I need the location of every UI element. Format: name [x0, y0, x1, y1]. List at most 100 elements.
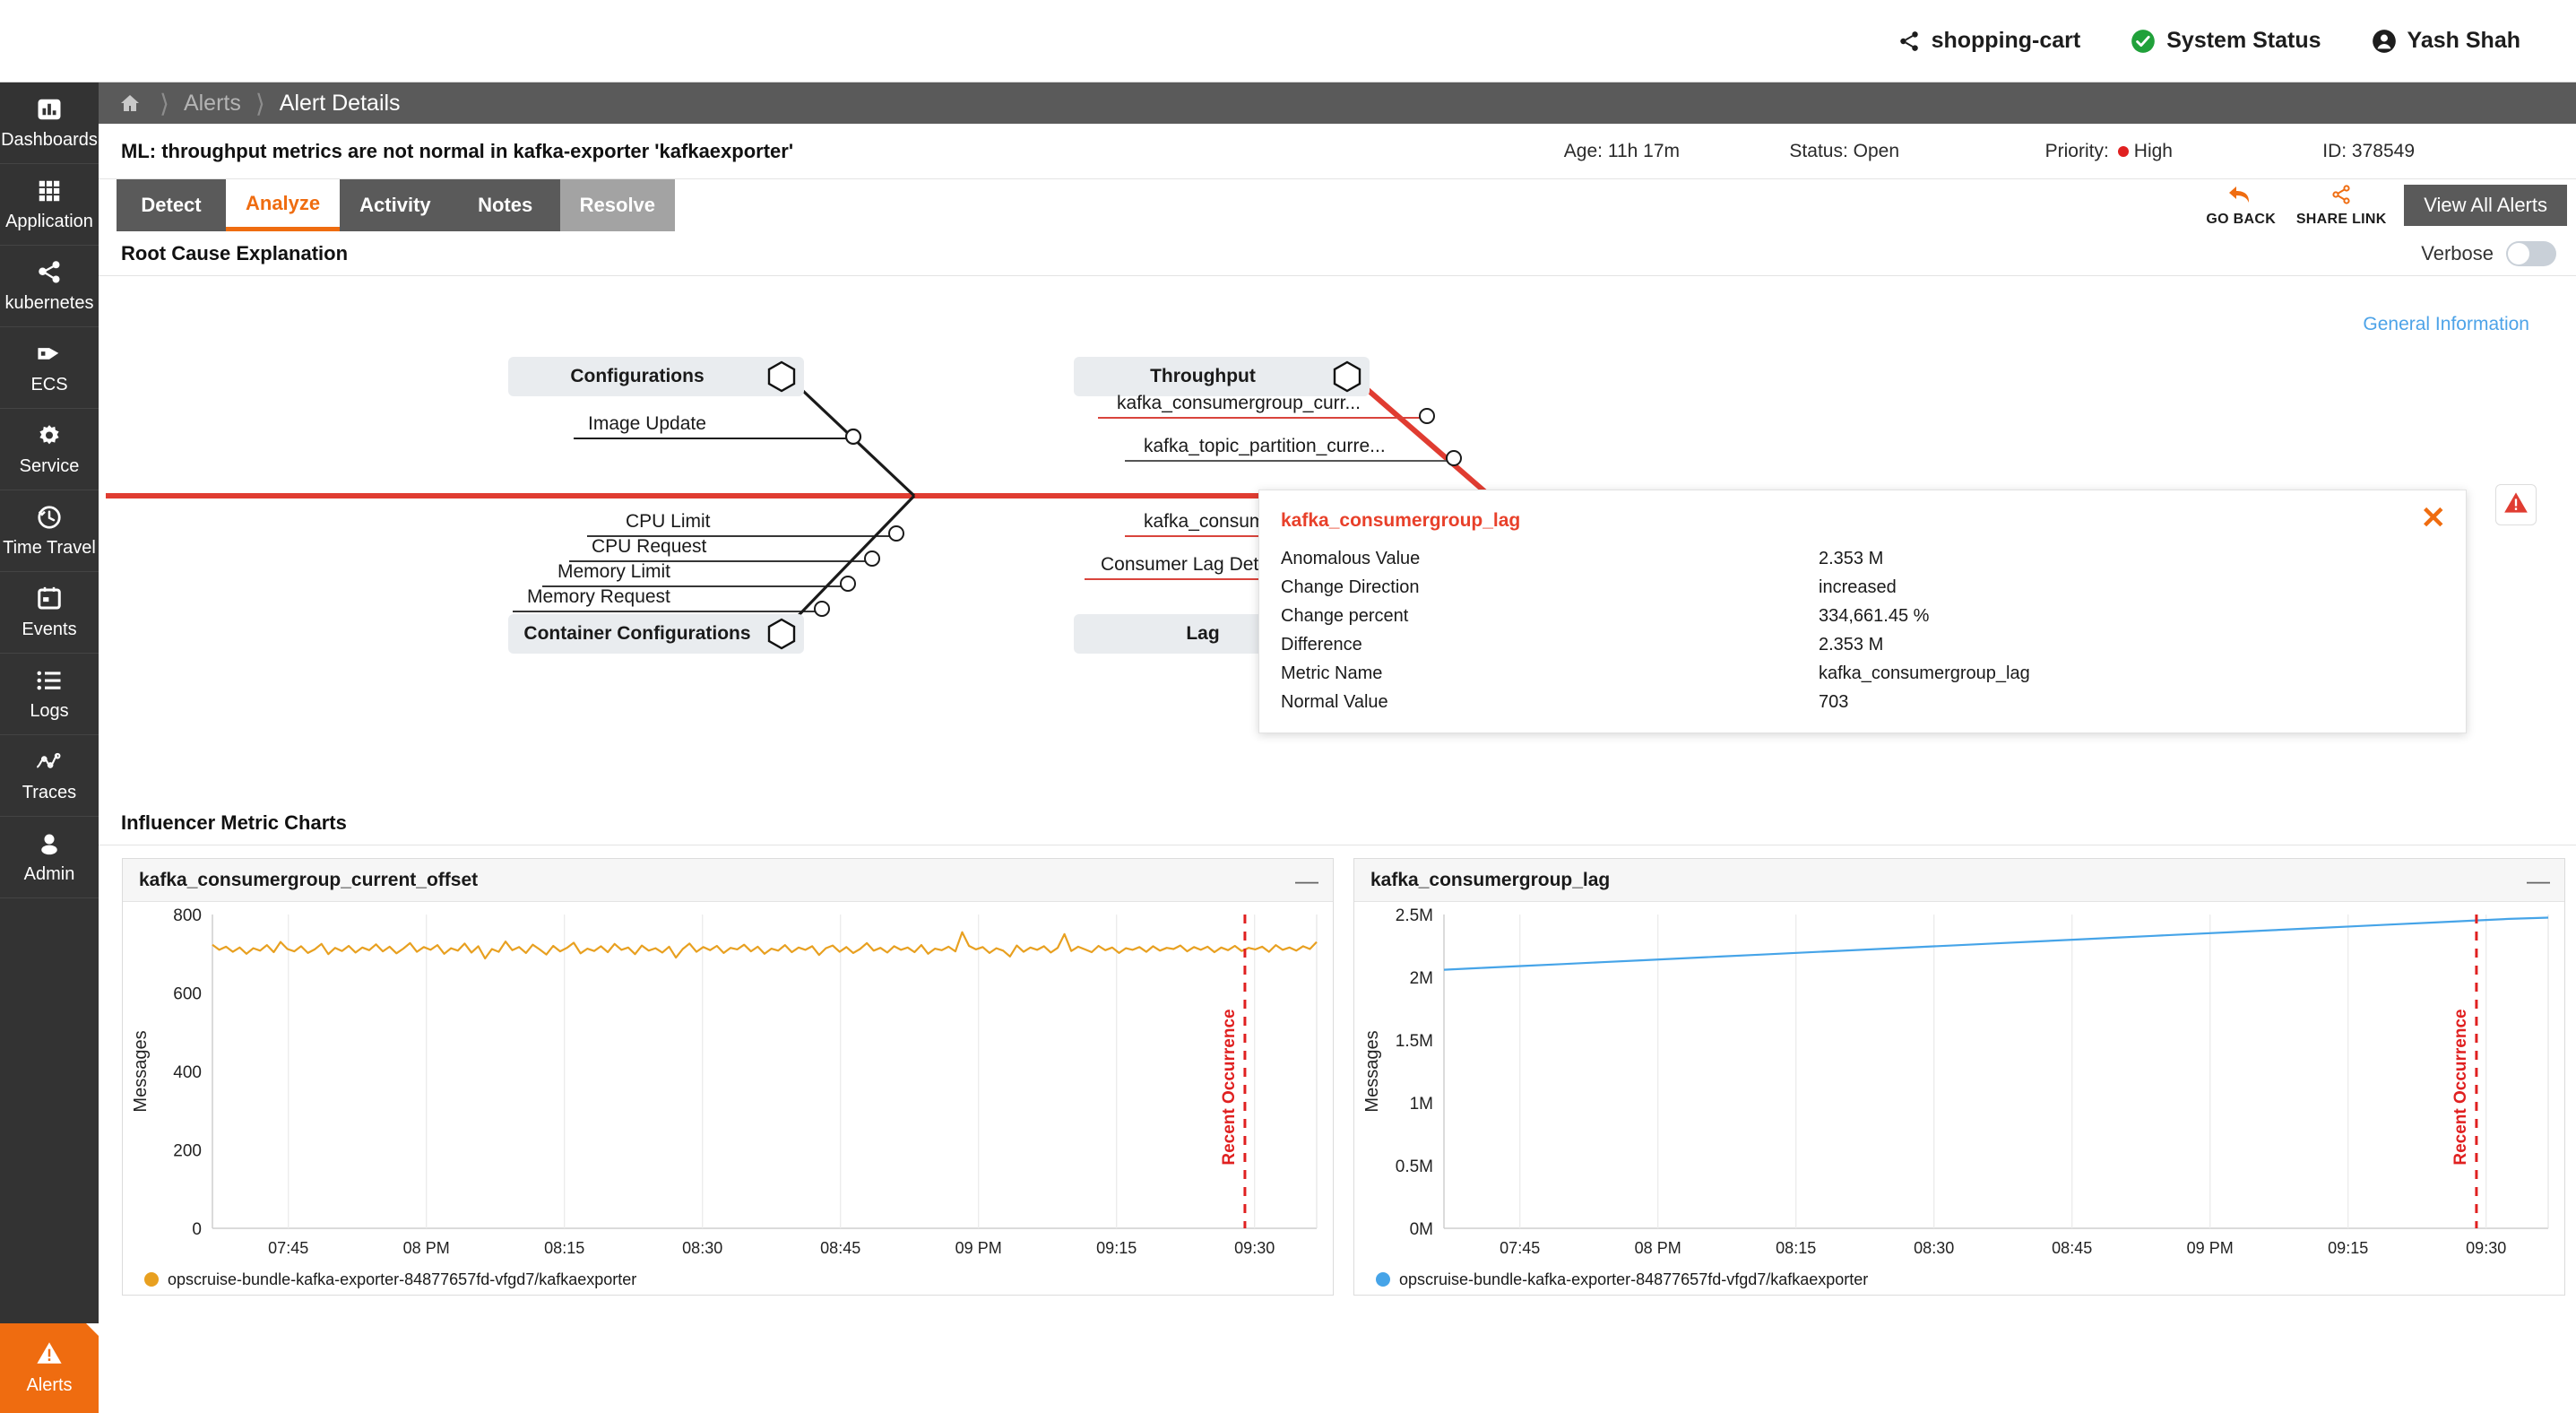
- category-label: Lag: [1186, 623, 1220, 644]
- svg-text:Recent Occurrence: Recent Occurrence: [2451, 1009, 2470, 1165]
- bone-node: [1419, 408, 1435, 424]
- svg-text:Recent Occurrence: Recent Occurrence: [1220, 1009, 1239, 1165]
- sidebar-item-dashboards[interactable]: Dashboards: [0, 82, 99, 164]
- legend-label: opscruise-bundle-kafka-exporter-84877657…: [168, 1270, 637, 1288]
- svg-text:09:30: 09:30: [2466, 1239, 2506, 1257]
- popup-row: Change percent 334,661.45 %: [1281, 602, 2441, 630]
- bar-chart-icon: [36, 95, 63, 124]
- popup-value: 703: [1819, 691, 1849, 712]
- view-all-alerts-button[interactable]: View All Alerts: [2404, 185, 2567, 226]
- breadcrumb-separator: ⟩: [255, 89, 265, 117]
- sidebar-item-traces[interactable]: Traces: [0, 735, 99, 817]
- header-item-label: shopping-cart: [1931, 28, 2081, 53]
- category-label: Container Configurations: [523, 623, 751, 644]
- svg-text:08:30: 08:30: [1914, 1239, 1954, 1257]
- minimize-icon[interactable]: —: [1295, 869, 1318, 892]
- chart-legend: opscruise-bundle-kafka-exporter-84877657…: [123, 1264, 1333, 1295]
- minimize-icon[interactable]: —: [2527, 869, 2550, 892]
- tab-detect[interactable]: Detect: [117, 179, 226, 231]
- bone-label-kafka-topic-partition-current[interactable]: kafka_topic_partition_curre...: [1144, 436, 1386, 457]
- back-arrow-icon: [2227, 184, 2254, 210]
- share-nodes-icon: [36, 258, 63, 287]
- bone-label-memory-request[interactable]: Memory Request: [527, 586, 670, 608]
- share-link-label: SHARE LINK: [2295, 211, 2387, 227]
- sidebar-item-logs[interactable]: Logs: [0, 654, 99, 735]
- sidebar-item-ecs[interactable]: ECS: [0, 327, 99, 409]
- fishbone-category-container-configurations[interactable]: Container Configurations: [508, 614, 804, 654]
- sidebar-nav: Dashboards Application kubernetes ECS Se…: [0, 82, 99, 1413]
- popup-value: kafka_consumergroup_lag: [1819, 663, 2030, 683]
- bone-label-memory-limit[interactable]: Memory Limit: [558, 561, 670, 583]
- main-content: ⟩ Alerts ⟩ Alert Details ML: throughput …: [99, 82, 2576, 1413]
- svg-text:08:30: 08:30: [682, 1239, 722, 1257]
- close-icon[interactable]: ✕: [2421, 503, 2447, 533]
- alert-age: Age: 11h 17m: [1563, 141, 1680, 161]
- verbose-toggle[interactable]: [2506, 240, 2556, 266]
- influencer-charts-title: Influencer Metric Charts: [121, 811, 347, 834]
- svg-text:1.5M: 1.5M: [1396, 1032, 1433, 1051]
- alert-priority-value: High: [2133, 141, 2173, 161]
- popup-row: Anomalous Value 2.353 M: [1281, 544, 2441, 573]
- svg-text:400: 400: [173, 1063, 202, 1082]
- sidebar-item-label: ECS: [30, 375, 68, 394]
- hexagon-icon: [767, 360, 796, 393]
- sidebar-item-label: Time Travel: [3, 538, 96, 558]
- sidebar-item-time-travel[interactable]: Time Travel: [0, 490, 99, 572]
- bone-node: [888, 525, 904, 542]
- header-item-system-status[interactable]: System Status: [2131, 28, 2321, 54]
- metric-detail-popup: ✕ kafka_consumergroup_lag Anomalous Valu…: [1258, 490, 2467, 733]
- sidebar-item-kubernetes[interactable]: kubernetes: [0, 246, 99, 327]
- bone-label-cpu-limit[interactable]: CPU Limit: [626, 511, 711, 533]
- share-link-button[interactable]: SHARE LINK: [2291, 184, 2391, 228]
- chart-card-header: kafka_consumergroup_current_offset —: [123, 859, 1333, 902]
- breadcrumb-item-alerts[interactable]: Alerts: [184, 91, 241, 117]
- svg-text:09:30: 09:30: [1234, 1239, 1275, 1257]
- tab-bar: Detect Analyze Activity Notes Resolve GO…: [99, 179, 2576, 231]
- header-item-label: System Status: [2166, 28, 2321, 53]
- sidebar-item-service[interactable]: Service: [0, 409, 99, 490]
- tab-analyze[interactable]: Analyze: [226, 179, 341, 231]
- go-back-button[interactable]: GO BACK: [2191, 184, 2291, 228]
- bone-label-kafka-consumergroup-current-offset[interactable]: kafka_consumergroup_curr...: [1117, 393, 1361, 414]
- fishbone-category-configurations[interactable]: Configurations: [508, 357, 804, 396]
- home-icon[interactable]: [115, 93, 145, 113]
- sidebar-item-application[interactable]: Application: [0, 164, 99, 246]
- svg-text:800: 800: [173, 906, 202, 925]
- tab-activity[interactable]: Activity: [340, 179, 451, 231]
- header-item-user[interactable]: Yash Shah: [2372, 28, 2520, 54]
- svg-text:0M: 0M: [1410, 1220, 1433, 1239]
- chart-card-header: kafka_consumergroup_lag —: [1354, 859, 2564, 902]
- alert-priority: Priority: High: [2045, 141, 2173, 162]
- header-item-shopping-cart[interactable]: shopping-cart: [1897, 28, 2081, 54]
- check-circle-icon: [2131, 29, 2156, 54]
- page-title: ML: throughput metrics are not normal in…: [121, 139, 794, 162]
- sidebar-item-events[interactable]: Events: [0, 572, 99, 654]
- popup-row: Difference 2.353 M: [1281, 630, 2441, 659]
- svg-text:09:15: 09:15: [2328, 1239, 2368, 1257]
- bone-node: [840, 576, 856, 592]
- hexagon-icon: [767, 618, 796, 650]
- bone-label-cpu-request[interactable]: CPU Request: [592, 536, 706, 558]
- popup-title: kafka_consumergroup_lag: [1281, 510, 1521, 531]
- tab-resolve[interactable]: Resolve: [559, 179, 676, 231]
- sidebar-item-label: Service: [19, 456, 80, 476]
- user-icon: [36, 829, 63, 858]
- bone-node: [814, 601, 830, 617]
- tab-bar-actions: GO BACK SHARE LINK View All Alerts: [2191, 179, 2567, 231]
- breadcrumb: ⟩ Alerts ⟩ Alert Details: [99, 82, 2576, 124]
- popup-row: Change Direction increased: [1281, 573, 2441, 602]
- tab-notes[interactable]: Notes: [450, 179, 560, 231]
- svg-text:08:15: 08:15: [1776, 1239, 1816, 1257]
- fishbone-category-throughput[interactable]: Throughput: [1074, 357, 1370, 396]
- sidebar-item-label: Dashboards: [1, 130, 98, 150]
- chart-legend: opscruise-bundle-kafka-exporter-84877657…: [1354, 1264, 2564, 1295]
- svg-text:0: 0: [192, 1220, 202, 1239]
- calendar-icon: [36, 585, 63, 613]
- svg-text:08:45: 08:45: [2052, 1239, 2092, 1257]
- svg-text:2.5M: 2.5M: [1396, 906, 1433, 925]
- share-icon: [2329, 184, 2354, 210]
- popup-row: Metric Name kafka_consumergroup_lag: [1281, 659, 2441, 688]
- sidebar-item-alerts[interactable]: Alerts: [0, 1323, 99, 1413]
- bone-label-image-update[interactable]: Image Update: [588, 413, 706, 435]
- sidebar-item-admin[interactable]: Admin: [0, 817, 99, 898]
